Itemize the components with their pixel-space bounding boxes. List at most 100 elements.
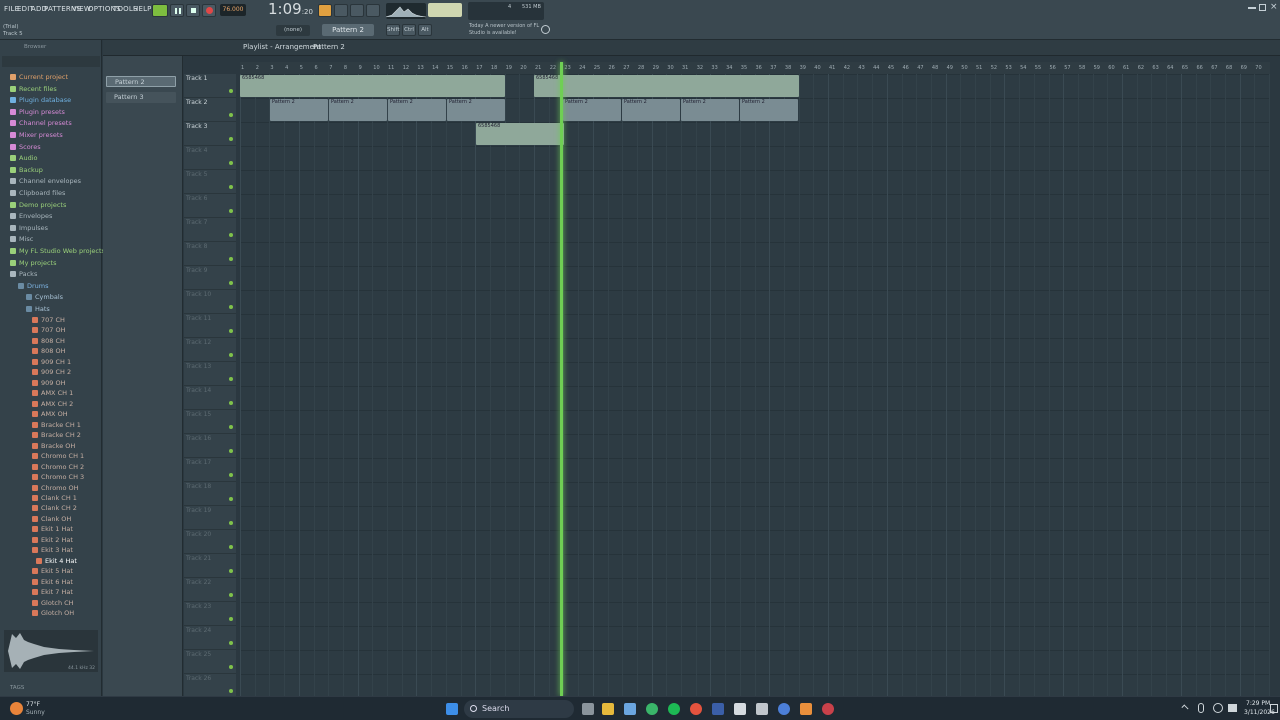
audio-clip[interactable]: 6585468 (240, 75, 505, 97)
track-mute-led-icon[interactable] (229, 617, 233, 621)
sample-file[interactable]: Chromo CH 3 (32, 472, 84, 483)
master-volume[interactable] (428, 3, 462, 17)
track-header[interactable]: Track 17 (184, 458, 236, 482)
track-mute-led-icon[interactable] (229, 257, 233, 261)
stop-button[interactable] (186, 4, 200, 17)
record-app-icon[interactable] (822, 703, 834, 715)
browser-item[interactable]: My projects (10, 258, 56, 269)
track-mute-led-icon[interactable] (229, 497, 233, 501)
track-header[interactable]: Track 16 (184, 434, 236, 458)
pattern-clip[interactable]: Pattern 2 (329, 99, 387, 121)
playhead[interactable] (560, 62, 563, 696)
browser-item[interactable]: Channel envelopes (10, 176, 81, 187)
track-header[interactable]: Track 1 (184, 74, 236, 98)
sample-file[interactable]: Bracke CH 2 (32, 430, 81, 441)
browser-item[interactable]: Plugin database (10, 95, 71, 106)
audio-clip[interactable]: 6585468 (534, 75, 799, 97)
sample-file[interactable]: Ekit 6 Hat (32, 577, 73, 588)
notion-icon[interactable] (734, 703, 746, 715)
pattern-clip[interactable]: Pattern 2 (740, 99, 798, 121)
track-header[interactable]: Track 21 (184, 554, 236, 578)
pattern-clip[interactable]: Pattern 2 (563, 99, 621, 121)
track-mute-led-icon[interactable] (229, 593, 233, 597)
track-mute-led-icon[interactable] (229, 209, 233, 213)
windows-start-icon[interactable] (446, 703, 458, 715)
sample-file[interactable]: 909 CH 1 (32, 357, 71, 368)
microphone-icon[interactable] (1198, 703, 1204, 713)
pattern-item[interactable]: Pattern 3 (106, 92, 176, 103)
browser-item[interactable]: Recent files (10, 84, 57, 95)
snap-selector[interactable]: (none) (276, 25, 310, 36)
sample-file[interactable]: 808 CH (32, 336, 65, 347)
close-icon[interactable]: × (1270, 2, 1278, 12)
sample-file[interactable]: Clank OH (32, 514, 71, 525)
time-display[interactable]: 1:09:20 (268, 0, 313, 18)
store-icon[interactable] (624, 703, 636, 715)
ctrl-key[interactable]: Ctrl (402, 24, 416, 36)
track-mute-led-icon[interactable] (229, 137, 233, 141)
track-header[interactable]: Track 12 (184, 338, 236, 362)
timeline-ruler[interactable]: 1 2 3 4 5 6 7 8 9 10 11 12 13 14 15 16 17 18 19 20 21 22 23 24 2… (240, 62, 1270, 74)
track-header[interactable]: Track 2 (184, 98, 236, 122)
sample-file[interactable]: Ekit 1 Hat (32, 524, 73, 535)
clock-time[interactable]: 7:29 PM (1246, 700, 1270, 707)
taskbar-search[interactable]: Search (464, 700, 574, 718)
track-header[interactable]: Track 7 (184, 218, 236, 242)
sample-file[interactable]: Bracke OH (32, 441, 75, 452)
sample-file[interactable]: Clank CH 1 (32, 493, 77, 504)
browser-item[interactable]: Packs (10, 269, 37, 280)
track-header[interactable]: Track 13 (184, 362, 236, 386)
track-mute-led-icon[interactable] (229, 689, 233, 693)
browser-app-icon[interactable] (778, 703, 790, 715)
loop-button[interactable] (350, 4, 364, 17)
menu-help[interactable]: HELP (133, 5, 152, 13)
browser-item[interactable]: Current project (10, 72, 68, 83)
track-mute-led-icon[interactable] (229, 89, 233, 93)
track-mute-led-icon[interactable] (229, 665, 233, 669)
browser-item[interactable]: Impulses (10, 223, 48, 234)
browser-item[interactable]: My FL Studio Web projects (10, 246, 105, 257)
chrome-icon[interactable] (690, 703, 702, 715)
record-button[interactable] (202, 4, 216, 17)
sample-file[interactable]: Chromo CH 2 (32, 462, 84, 473)
speaker-icon[interactable] (1228, 704, 1237, 712)
sample-file[interactable]: Ekit 7 Hat (32, 587, 73, 598)
track-header[interactable]: Track 3 (184, 122, 236, 146)
track-mute-led-icon[interactable] (229, 641, 233, 645)
fl-studio-icon[interactable] (800, 703, 812, 715)
browser-item[interactable]: Audio (10, 153, 37, 164)
track-header[interactable]: Track 9 (184, 266, 236, 290)
track-header[interactable]: Track 26 (184, 674, 236, 698)
pattern-clip[interactable]: Pattern 2 (622, 99, 680, 121)
track-mute-led-icon[interactable] (229, 401, 233, 405)
track-header[interactable]: Track 10 (184, 290, 236, 314)
browser-folder-cymbals[interactable]: Cymbals (26, 292, 63, 303)
browser-item[interactable]: Envelopes (10, 211, 52, 222)
sample-file[interactable]: 808 OH (32, 346, 65, 357)
track-mute-led-icon[interactable] (229, 233, 233, 237)
metronome-button[interactable] (318, 4, 332, 17)
sample-file[interactable]: AMX CH 2 (32, 399, 73, 410)
browser-item[interactable]: Scores (10, 142, 41, 153)
sample-file[interactable]: Ekit 4 Hat (36, 556, 77, 567)
track-header[interactable]: Track 6 (184, 194, 236, 218)
step-button[interactable] (334, 4, 348, 17)
browser-item[interactable]: Clipboard files (10, 188, 65, 199)
track-header[interactable]: Track 22 (184, 578, 236, 602)
sample-file[interactable]: Ekit 5 Hat (32, 566, 73, 577)
sample-file[interactable]: Ekit 2 Hat (32, 535, 73, 546)
track-mute-led-icon[interactable] (229, 449, 233, 453)
sample-file[interactable]: 707 CH (32, 315, 65, 326)
sample-preview[interactable]: 44.1 kHz 32 (4, 630, 98, 672)
pattern-selector[interactable]: Pattern 2 (322, 24, 374, 36)
track-mute-led-icon[interactable] (229, 569, 233, 573)
track-mute-led-icon[interactable] (229, 521, 233, 525)
weather-icon[interactable] (10, 702, 23, 715)
tempo-display[interactable]: 76.000 (220, 4, 246, 16)
sample-file[interactable]: 909 CH 2 (32, 367, 71, 378)
track-mute-led-icon[interactable] (229, 281, 233, 285)
countdown-button[interactable] (366, 4, 380, 17)
sample-file[interactable]: AMX OH (32, 409, 68, 420)
sample-file[interactable]: Glotch OH (32, 608, 74, 619)
track-header[interactable]: Track 24 (184, 626, 236, 650)
